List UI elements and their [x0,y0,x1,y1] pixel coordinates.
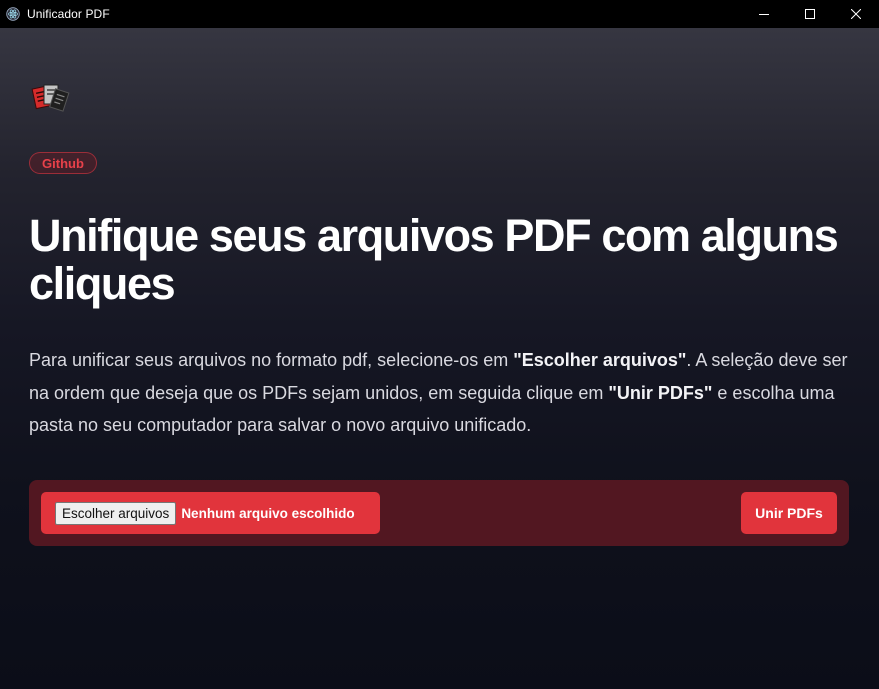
window-title: Unificador PDF [27,7,110,21]
minimize-button[interactable] [741,0,787,28]
github-badge-link[interactable]: Github [29,152,97,174]
file-status-text: Nenhum arquivo escolhido [181,505,355,521]
instructions-text: Para unificar seus arquivos no formato p… [29,344,859,442]
page-title: Unifique seus arquivos PDF com alguns cl… [29,210,839,309]
instructions-bold-merge: "Unir PDFs" [608,382,713,403]
close-button[interactable] [833,0,879,28]
instructions-part-1: Para unificar seus arquivos no formato p… [29,350,514,370]
choose-files-button[interactable]: Escolher arquivos [55,501,177,525]
electron-app-icon [6,7,20,21]
title-bar: Unificador PDF [0,0,879,28]
app-content: Github Unifique seus arquivos PDF com al… [0,28,879,689]
file-input-container[interactable]: Escolher arquivos Nenhum arquivo escolhi… [41,492,380,534]
minimize-icon [759,14,769,15]
maximize-button[interactable] [787,0,833,28]
merge-pdfs-button[interactable]: Unir PDFs [741,492,837,534]
maximize-icon [805,9,815,19]
close-icon [851,9,861,19]
action-bar: Escolher arquivos Nenhum arquivo escolhi… [29,480,849,546]
instructions-bold-choose-files: "Escolher arquivos" [513,350,687,370]
pdf-files-icon [31,84,70,112]
window-controls [741,0,879,28]
